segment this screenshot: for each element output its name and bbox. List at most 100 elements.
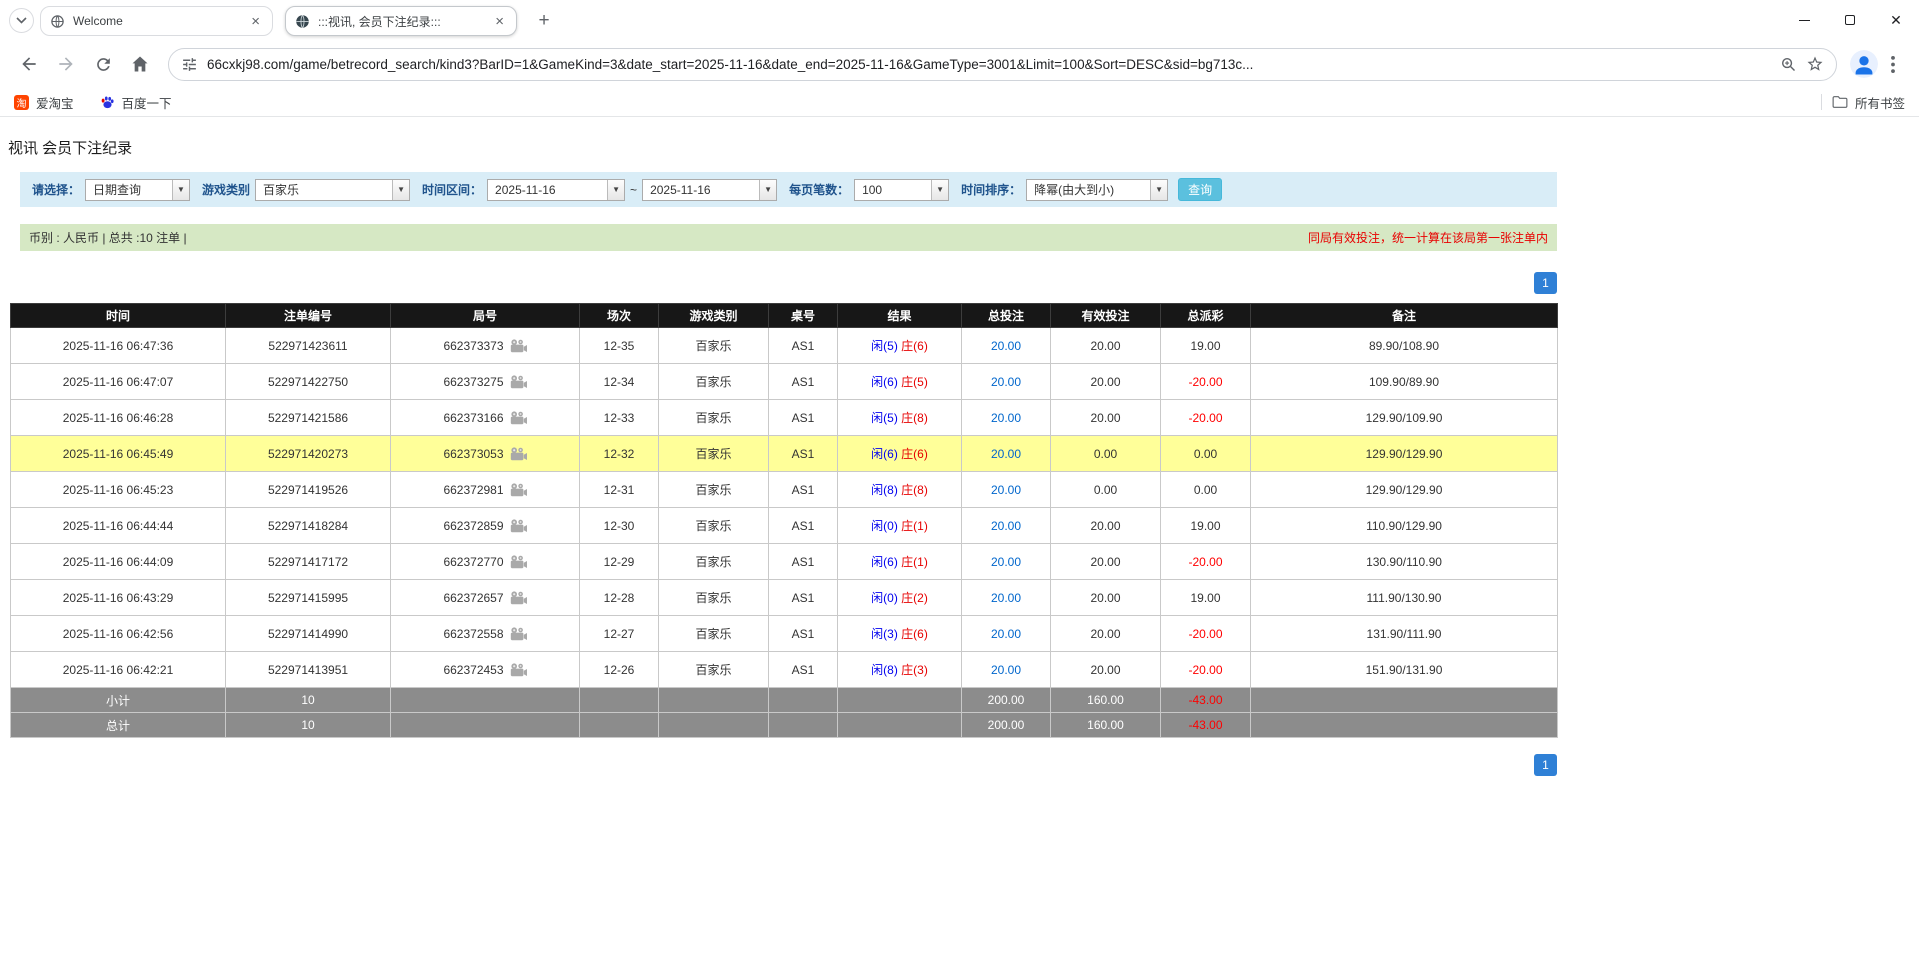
subtotal-total-bet: 200.00 — [962, 688, 1051, 713]
banker-result: 庄(8) — [901, 483, 928, 497]
video-replay-icon[interactable] — [510, 447, 527, 461]
minimize-icon — [1799, 20, 1810, 21]
query-type-value: 日期查询 — [86, 180, 172, 200]
video-replay-icon[interactable] — [510, 555, 527, 569]
currency-summary: 币别 : 人民币 | 总共 :10 注单 | — [29, 229, 187, 246]
back-button[interactable] — [12, 47, 46, 81]
total-bet-link[interactable]: 20.00 — [991, 519, 1021, 533]
bookmark-star-icon[interactable] — [1806, 55, 1824, 73]
reload-button[interactable] — [86, 47, 120, 81]
total-bet-link[interactable]: 20.00 — [991, 339, 1021, 353]
game-type-select[interactable]: 百家乐 ▼ — [255, 179, 410, 201]
video-replay-icon[interactable] — [510, 375, 527, 389]
table-body: 2025-11-16 06:47:36 522971423611 6623733… — [11, 328, 1558, 688]
video-replay-icon[interactable] — [510, 483, 527, 497]
bookmark-taobao[interactable]: 淘 爱淘宝 — [14, 93, 74, 112]
url-text[interactable]: 66cxkj98.com/game/betrecord_search/kind3… — [207, 57, 1771, 72]
browser-window: Welcome × :::视讯, 会员下注纪录::: × + ✕ — [0, 0, 1919, 117]
video-replay-icon[interactable] — [510, 519, 527, 533]
cell-remark: 131.90/111.90 — [1251, 616, 1558, 652]
cell-table-no: AS1 — [769, 364, 838, 400]
maximize-icon — [1845, 15, 1855, 25]
round-id-text: 662372859 — [443, 519, 503, 533]
cell-payout: 0.00 — [1161, 472, 1251, 508]
video-replay-icon[interactable] — [510, 591, 527, 605]
total-bet-link[interactable]: 20.00 — [991, 627, 1021, 641]
all-bookmarks-button[interactable]: 所有书签 — [1832, 93, 1905, 112]
empty-cell — [391, 688, 580, 713]
col-header-payout: 总派彩 — [1161, 304, 1251, 328]
table-row: 2025-11-16 06:46:28 522971421586 6623731… — [11, 400, 1558, 436]
cell-session: 12-35 — [580, 328, 659, 364]
cell-time: 2025-11-16 06:45:23 — [11, 472, 226, 508]
tab-welcome[interactable]: Welcome × — [40, 6, 273, 36]
page-number-button[interactable]: 1 — [1534, 754, 1557, 776]
chevron-down-icon[interactable]: ▼ — [759, 180, 776, 200]
date-end-select[interactable]: 2025-11-16 ▼ — [642, 179, 777, 201]
date-start-select[interactable]: 2025-11-16 ▼ — [487, 179, 625, 201]
page-size-select[interactable]: 100 ▼ — [854, 179, 949, 201]
subtotal-label: 小计 — [11, 688, 226, 713]
total-bet-link[interactable]: 20.00 — [991, 663, 1021, 677]
cell-time: 2025-11-16 06:44:09 — [11, 544, 226, 580]
forward-button[interactable] — [49, 47, 83, 81]
total-bet-link[interactable]: 20.00 — [991, 447, 1021, 461]
col-header-valid-bet: 有效投注 — [1051, 304, 1161, 328]
total-bet-link[interactable]: 20.00 — [991, 483, 1021, 497]
total-valid-bet: 160.00 — [1051, 713, 1161, 738]
total-bet-link[interactable]: 20.00 — [991, 375, 1021, 389]
total-bet-link[interactable]: 20.00 — [991, 411, 1021, 425]
cell-remark: 111.90/130.90 — [1251, 580, 1558, 616]
page-number-button[interactable]: 1 — [1534, 272, 1557, 294]
cell-valid-bet: 20.00 — [1051, 652, 1161, 688]
cell-remark: 89.90/108.90 — [1251, 328, 1558, 364]
game-type-value: 百家乐 — [256, 180, 392, 200]
tab-record[interactable]: :::视讯, 会员下注纪录::: × — [285, 6, 517, 36]
home-button[interactable] — [123, 47, 157, 81]
close-button[interactable]: ✕ — [1873, 0, 1919, 40]
banker-result: 庄(6) — [901, 339, 928, 353]
round-id-text: 662372770 — [443, 555, 503, 569]
browser-toolbar: 66cxkj98.com/game/betrecord_search/kind3… — [0, 40, 1919, 88]
minimize-button[interactable] — [1781, 0, 1827, 40]
cell-round-id: 662373166 — [391, 400, 580, 436]
chevron-down-icon[interactable]: ▼ — [172, 180, 189, 200]
chevron-down-icon[interactable]: ▼ — [931, 180, 948, 200]
cell-time: 2025-11-16 06:47:07 — [11, 364, 226, 400]
table-header: 时间 注单编号 局号 场次 游戏类别 桌号 结果 总投注 有效投注 总派彩 备注 — [11, 304, 1558, 328]
banker-result: 庄(6) — [901, 447, 928, 461]
maximize-button[interactable] — [1827, 0, 1873, 40]
tab-search-button[interactable] — [9, 8, 34, 33]
total-bet-link[interactable]: 20.00 — [991, 555, 1021, 569]
empty-cell — [659, 713, 769, 738]
cell-game-type: 百家乐 — [659, 436, 769, 472]
video-replay-icon[interactable] — [510, 663, 527, 677]
tab-close-icon[interactable]: × — [248, 13, 263, 30]
video-replay-icon[interactable] — [510, 411, 527, 425]
tab-close-icon[interactable]: × — [492, 13, 507, 30]
divider — [1821, 94, 1822, 110]
chevron-down-icon[interactable]: ▼ — [392, 180, 409, 200]
browser-menu-button[interactable] — [1881, 56, 1905, 73]
url-bar[interactable]: 66cxkj98.com/game/betrecord_search/kind3… — [168, 48, 1837, 81]
video-replay-icon[interactable] — [510, 627, 527, 641]
cell-total-bet: 20.00 — [962, 544, 1051, 580]
query-type-select[interactable]: 日期查询 ▼ — [85, 179, 190, 201]
new-tab-button[interactable]: + — [531, 8, 557, 34]
cell-bet-id: 522971423611 — [226, 328, 391, 364]
player-result: 闲(3) — [871, 627, 898, 641]
cell-table-no: AS1 — [769, 508, 838, 544]
video-replay-icon[interactable] — [510, 339, 527, 353]
chevron-down-icon[interactable]: ▼ — [1150, 180, 1167, 200]
cell-time: 2025-11-16 06:42:21 — [11, 652, 226, 688]
sort-select[interactable]: 降幂(由大到小) ▼ — [1026, 179, 1168, 201]
empty-cell — [838, 688, 962, 713]
cell-round-id: 662373053 — [391, 436, 580, 472]
search-button[interactable]: 查询 — [1178, 178, 1222, 201]
total-bet-link[interactable]: 20.00 — [991, 591, 1021, 605]
profile-avatar[interactable] — [1850, 50, 1878, 78]
all-bookmarks-label: 所有书签 — [1855, 93, 1905, 112]
zoom-icon[interactable] — [1780, 56, 1797, 73]
bookmark-baidu[interactable]: 百度一下 — [100, 93, 172, 112]
chevron-down-icon[interactable]: ▼ — [607, 180, 624, 200]
